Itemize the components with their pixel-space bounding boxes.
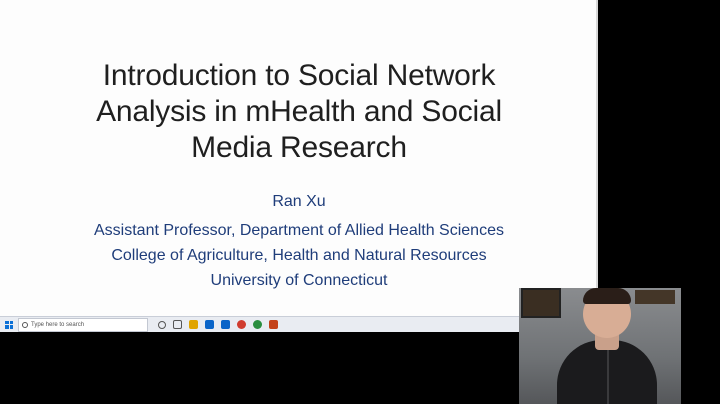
powerpoint-icon[interactable] (269, 320, 278, 329)
chrome-icon[interactable] (237, 320, 246, 329)
slide-author: Ran Xu (272, 193, 326, 210)
slide-title-line: Introduction to Social Network (102, 59, 496, 92)
file-explorer-icon[interactable] (189, 320, 198, 329)
taskbar-pinned-apps (158, 320, 278, 329)
search-icon (22, 321, 28, 328)
store-icon[interactable] (221, 320, 230, 329)
start-button[interactable] (0, 317, 18, 333)
affiliation-line: Assistant Professor, Department of Allie… (94, 222, 504, 239)
affiliation-line: University of Connecticut (210, 272, 388, 289)
windows-logo-icon (5, 320, 13, 329)
wall-picture-frame (521, 288, 561, 318)
slide-title: Introduction to Social Network Analysis … (0, 58, 598, 166)
slide-title-line: Media Research (191, 131, 407, 164)
presentation-slide: Introduction to Social Network Analysis … (0, 0, 598, 316)
search-placeholder: Type here to search (31, 321, 85, 328)
slide-affiliation: Assistant Professor, Department of Allie… (0, 218, 598, 293)
presenter-hair (583, 288, 631, 304)
taskbar-search-input[interactable]: Type here to search (18, 317, 148, 332)
slide-border (596, 0, 598, 316)
shared-screen: Introduction to Social Network Analysis … (0, 0, 598, 332)
edge-icon[interactable] (253, 320, 262, 329)
slide-title-line: Analysis in mHealth and Social (96, 95, 502, 128)
task-view-icon[interactable] (158, 320, 166, 329)
jacket-zipper (607, 350, 609, 404)
wall-shelf (635, 290, 675, 304)
affiliation-line: College of Agriculture, Health and Natur… (111, 247, 487, 264)
cortana-icon[interactable] (173, 320, 182, 329)
outlook-icon[interactable] (205, 320, 214, 329)
windows-taskbar: Type here to search ^ ▭ ◂) (0, 316, 598, 332)
presenter-webcam (519, 288, 681, 404)
